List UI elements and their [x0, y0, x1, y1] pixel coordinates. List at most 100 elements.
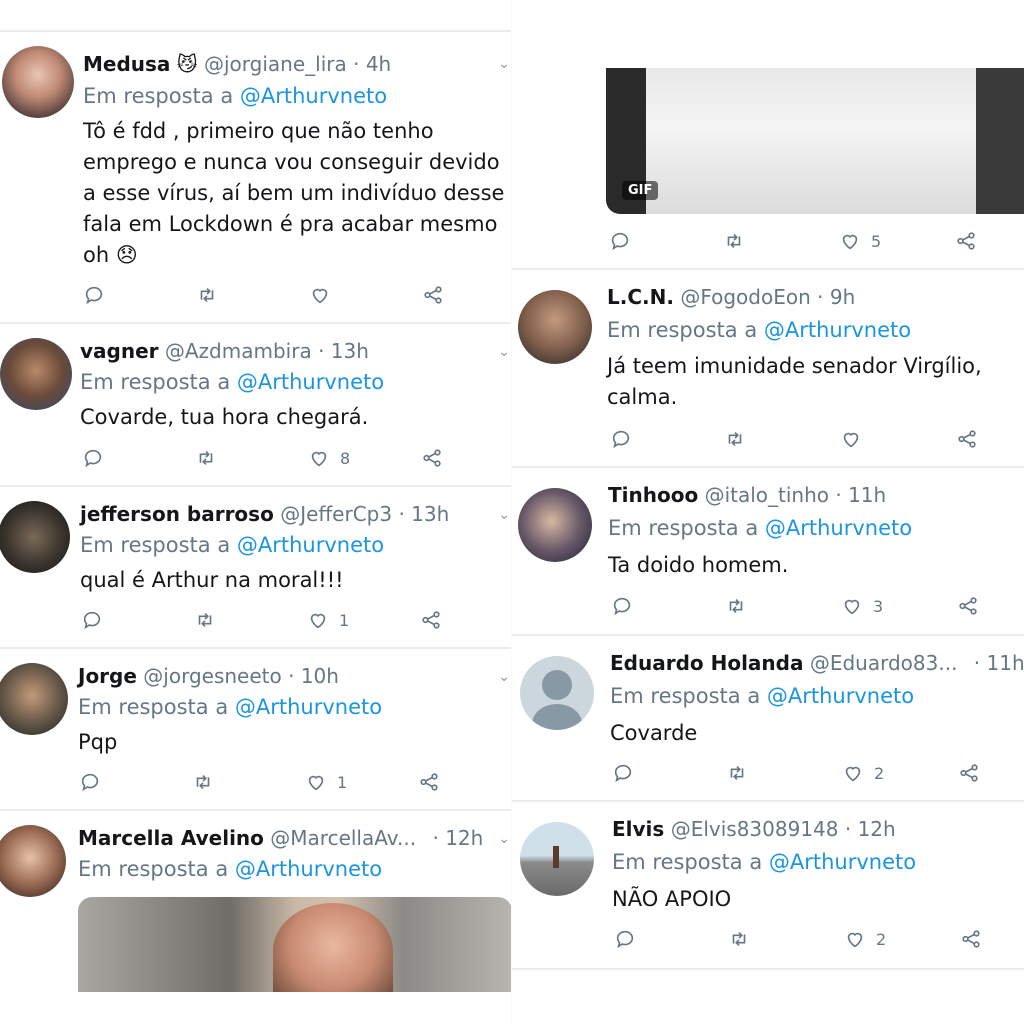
- mention-link[interactable]: @Arthurvneto: [765, 516, 912, 540]
- retweet-icon[interactable]: [195, 447, 217, 469]
- avatar[interactable]: [0, 825, 66, 897]
- chevron-down-icon[interactable]: ⌄: [498, 669, 510, 685]
- like-icon[interactable]: 2: [842, 762, 884, 784]
- reply-icon[interactable]: [610, 428, 632, 450]
- media-image[interactable]: [78, 897, 512, 992]
- retweet-icon[interactable]: [723, 230, 745, 252]
- avatar[interactable]: [2, 46, 74, 118]
- timestamp[interactable]: · 12h: [845, 817, 896, 841]
- reply-icon[interactable]: [82, 447, 104, 469]
- tweet-eduardo[interactable]: Eduardo Holanda @Eduardo83... · 11h Em r…: [512, 636, 1024, 800]
- share-icon[interactable]: [958, 762, 980, 784]
- reply-icon[interactable]: [611, 595, 633, 617]
- avatar[interactable]: [520, 822, 594, 896]
- timestamp[interactable]: · 13h: [398, 502, 449, 526]
- timestamp[interactable]: · 13h: [318, 339, 369, 363]
- mention-link[interactable]: @Arthurvneto: [235, 695, 382, 719]
- like-icon[interactable]: 5: [839, 230, 881, 252]
- timestamp[interactable]: · 12h: [432, 826, 483, 850]
- tweet-jorge[interactable]: Jorge @jorgesneeto · 10h ⌄ Em resposta a…: [0, 649, 512, 809]
- share-icon[interactable]: [956, 428, 978, 450]
- tweet-marcella[interactable]: Marcella Avelino @MarcellaAv... · 12h ⌄ …: [0, 811, 512, 996]
- chevron-down-icon[interactable]: ⌄: [498, 344, 510, 360]
- tweet-elvis[interactable]: Elvis @Elvis83089148 · 12h Em resposta a…: [512, 802, 1024, 970]
- handle[interactable]: @Elvis83089148: [671, 817, 839, 841]
- retweet-icon[interactable]: [192, 771, 214, 793]
- reply-icon[interactable]: [83, 284, 105, 306]
- chevron-down-icon[interactable]: ⌄: [498, 831, 510, 847]
- mention-link[interactable]: @Arthurvneto: [769, 850, 916, 874]
- share-icon[interactable]: [957, 595, 979, 617]
- handle[interactable]: @jorgiane_lira: [204, 52, 347, 76]
- reply-icon[interactable]: [612, 762, 634, 784]
- mention-link[interactable]: @Arthurvneto: [237, 533, 384, 557]
- reply-icon[interactable]: [79, 771, 101, 793]
- reply-icon[interactable]: [609, 230, 631, 252]
- tweet-tinhooo[interactable]: Tinhooo @italo_tinho · 11h Em resposta a…: [512, 468, 1024, 634]
- mention-link[interactable]: @Arthurvneto: [235, 857, 382, 881]
- share-icon[interactable]: [421, 447, 443, 469]
- action-bar: 2: [614, 928, 994, 952]
- tweet-medusa[interactable]: Medusa 😼 @jorgiane_lira · 4h ⌄ Em respos…: [0, 32, 512, 322]
- like-icon[interactable]: 3: [841, 595, 883, 617]
- share-icon[interactable]: [418, 771, 440, 793]
- handle[interactable]: @Eduardo83...: [810, 651, 958, 675]
- retweet-icon[interactable]: [196, 284, 218, 306]
- mention-link[interactable]: @Arthurvneto: [237, 370, 384, 394]
- like-icon[interactable]: [840, 428, 872, 450]
- avatar[interactable]: [518, 290, 592, 364]
- gif-media[interactable]: GIF: [606, 68, 1024, 214]
- timestamp[interactable]: · 4h: [353, 52, 391, 76]
- timestamp[interactable]: · 11h: [835, 483, 886, 507]
- timestamp[interactable]: · 9h: [817, 285, 855, 309]
- display-name[interactable]: vagner: [80, 339, 159, 363]
- share-icon[interactable]: [422, 284, 444, 306]
- reply-icon[interactable]: [614, 928, 636, 950]
- display-name[interactable]: Marcella Avelino: [78, 826, 264, 850]
- tweet-vagner[interactable]: vagner @Azdmambira · 13h ⌄ Em resposta a…: [0, 324, 512, 484]
- avatar[interactable]: [0, 338, 72, 410]
- tweet-gif[interactable]: GIF 5: [512, 0, 1024, 268]
- handle[interactable]: @jorgesneeto: [143, 664, 281, 688]
- retweet-icon[interactable]: [726, 762, 748, 784]
- avatar[interactable]: [518, 488, 592, 562]
- handle[interactable]: @JefferCp3: [280, 502, 392, 526]
- retweet-icon[interactable]: [194, 609, 216, 631]
- reply-prefix: Em resposta a: [80, 533, 231, 557]
- share-icon[interactable]: [420, 609, 442, 631]
- display-name[interactable]: Medusa: [83, 52, 170, 76]
- retweet-icon[interactable]: [724, 428, 746, 450]
- timestamp[interactable]: · 11h: [974, 651, 1024, 675]
- like-icon[interactable]: 8: [308, 447, 350, 469]
- like-icon[interactable]: [309, 284, 341, 306]
- avatar[interactable]: [0, 501, 70, 573]
- retweet-icon[interactable]: [725, 595, 747, 617]
- handle[interactable]: @italo_tinho: [705, 483, 829, 507]
- handle[interactable]: @MarcellaAv...: [270, 826, 416, 850]
- mention-link[interactable]: @Arthurvneto: [764, 318, 911, 342]
- display-name[interactable]: Eduardo Holanda: [610, 651, 803, 675]
- handle[interactable]: @Azdmambira: [165, 339, 312, 363]
- like-icon[interactable]: 1: [305, 771, 347, 793]
- mention-link[interactable]: @Arthurvneto: [767, 684, 914, 708]
- display-name[interactable]: L.C.N.: [607, 285, 674, 309]
- default-avatar-icon[interactable]: [520, 656, 594, 730]
- like-icon[interactable]: 1: [307, 609, 349, 631]
- timestamp[interactable]: · 10h: [288, 664, 339, 688]
- reply-icon[interactable]: [81, 609, 103, 631]
- mention-link[interactable]: @Arthurvneto: [240, 84, 387, 108]
- share-icon[interactable]: [955, 230, 977, 252]
- tweet-lcn[interactable]: L.C.N. @FogodoEon · 9h Em resposta a @Ar…: [512, 270, 1024, 466]
- like-icon[interactable]: 2: [844, 928, 886, 950]
- chevron-down-icon[interactable]: ⌄: [498, 56, 510, 72]
- chevron-down-icon[interactable]: ⌄: [498, 507, 510, 523]
- handle[interactable]: @FogodoEon: [680, 285, 810, 309]
- display-name[interactable]: Elvis: [612, 817, 664, 841]
- display-name[interactable]: jefferson barroso: [80, 502, 274, 526]
- share-icon[interactable]: [960, 928, 982, 950]
- display-name[interactable]: Jorge: [78, 664, 137, 688]
- tweet-jefferson[interactable]: jefferson barroso @JefferCp3 · 13h ⌄ Em …: [0, 487, 512, 647]
- display-name[interactable]: Tinhooo: [608, 483, 698, 507]
- retweet-icon[interactable]: [728, 928, 750, 950]
- avatar[interactable]: [0, 663, 68, 735]
